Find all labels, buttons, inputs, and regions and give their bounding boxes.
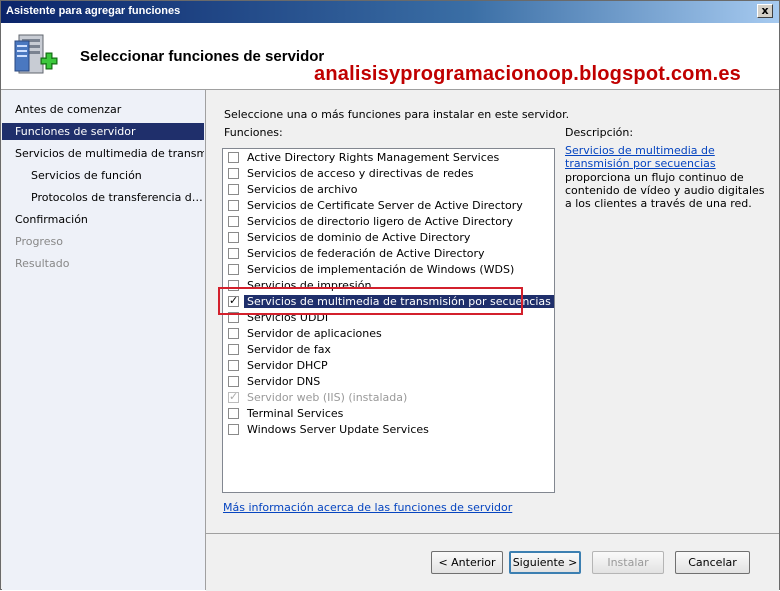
- role-checkbox[interactable]: [228, 168, 239, 179]
- install-button[interactable]: Instalar: [592, 551, 664, 574]
- description-label: Descripción:: [565, 126, 634, 139]
- nav-step-label: Confirmación: [15, 213, 88, 226]
- add-roles-wizard-window: Asistente para agregar funciones x Selec…: [0, 0, 780, 591]
- role-list-item[interactable]: Servicios de archivo: [223, 182, 554, 198]
- wizard-step-nav: Antes de comenzar Funciones de servidor Se…: [2, 90, 206, 590]
- nav-step-label: Antes de comenzar: [15, 103, 122, 116]
- role-list-item[interactable]: Servicios de implementación de Windows (…: [223, 262, 554, 278]
- role-checkbox[interactable]: [228, 200, 239, 211]
- role-checkbox[interactable]: [228, 248, 239, 259]
- main-content: Seleccione una o más funciones para inst…: [206, 90, 779, 530]
- nav-step-label: Servicios de función: [31, 169, 142, 182]
- role-label: Servidor de aplicaciones: [247, 327, 382, 340]
- roles-listbox[interactable]: Active Directory Rights Management Servi…: [222, 148, 555, 493]
- role-checkbox[interactable]: [228, 344, 239, 355]
- role-checkbox[interactable]: [228, 232, 239, 243]
- nav-step-item: Resultado: [2, 255, 204, 272]
- role-label: Servidor web (IIS) (instalada): [247, 391, 408, 404]
- role-label: Terminal Services: [247, 407, 344, 420]
- nav-step-item: Progreso: [2, 233, 204, 250]
- role-checkbox[interactable]: [228, 424, 239, 435]
- blog-watermark: analisisyprogramacionoop.blogspot.com.es: [314, 63, 741, 85]
- wizard-footer: < Anterior Siguiente > Instalar Cancelar: [206, 533, 779, 591]
- nav-step-item[interactable]: Confirmación: [2, 211, 204, 228]
- instruction-text: Seleccione una o más funciones para inst…: [224, 108, 570, 121]
- role-checkbox[interactable]: [228, 216, 239, 227]
- role-checkbox[interactable]: [228, 152, 239, 163]
- checkmark-icon: ✓: [229, 390, 239, 403]
- title-bar[interactable]: Asistente para agregar funciones x: [1, 1, 779, 23]
- role-list-item: ✓ Servidor web (IIS) (instalada): [223, 390, 554, 406]
- annotation-highlight-box: [218, 287, 523, 315]
- nav-step-label: Protocolos de transferencia d…: [31, 191, 203, 204]
- role-list-item[interactable]: Terminal Services: [223, 406, 554, 422]
- role-list-item[interactable]: Servidor DNS: [223, 374, 554, 390]
- role-list-item[interactable]: Servicios de acceso y directivas de rede…: [223, 166, 554, 182]
- more-info-link[interactable]: Más información acerca de las funciones …: [223, 501, 512, 514]
- back-button[interactable]: < Anterior: [431, 551, 503, 574]
- close-icon: x: [761, 4, 769, 17]
- cancel-button[interactable]: Cancelar: [675, 551, 750, 574]
- role-label: Servidor DNS: [247, 375, 321, 388]
- nav-step-item[interactable]: Funciones de servidor: [2, 123, 204, 140]
- role-checkbox[interactable]: [228, 360, 239, 371]
- role-checkbox[interactable]: [228, 264, 239, 275]
- role-label: Servicios de archivo: [247, 183, 358, 196]
- role-label: Servicios de acceso y directivas de rede…: [247, 167, 474, 180]
- page-title: Seleccionar funciones de servidor: [80, 48, 325, 65]
- server-roles-add-icon: [14, 34, 58, 74]
- role-list-item[interactable]: Windows Server Update Services: [223, 422, 554, 438]
- role-label: Windows Server Update Services: [247, 423, 429, 436]
- role-list-item[interactable]: Servicios de dominio de Active Directory: [223, 230, 554, 246]
- role-checkbox[interactable]: [228, 328, 239, 339]
- nav-step-item[interactable]: Antes de comenzar: [2, 101, 204, 118]
- nav-step-label: Funciones de servidor: [15, 125, 136, 138]
- role-list-item[interactable]: Active Directory Rights Management Servi…: [223, 150, 554, 166]
- description-link[interactable]: Servicios de multimedia de transmisión p…: [565, 144, 765, 170]
- role-label: Servicios de implementación de Windows (…: [247, 263, 515, 276]
- next-button[interactable]: Siguiente >: [509, 551, 581, 574]
- close-button[interactable]: x: [757, 4, 773, 18]
- role-label: Servicios de Certificate Server de Activ…: [247, 199, 523, 212]
- role-list-item[interactable]: Servicios de directorio ligero de Active…: [223, 214, 554, 230]
- role-label: Servicios de dominio de Active Directory: [247, 231, 471, 244]
- role-list-item[interactable]: Servicios de federación de Active Direct…: [223, 246, 554, 262]
- nav-step-label: Progreso: [15, 235, 63, 248]
- nav-step-item[interactable]: Servicios de función: [2, 167, 204, 184]
- role-checkbox[interactable]: [228, 184, 239, 195]
- nav-step-label: Resultado: [15, 257, 70, 270]
- role-label: Active Directory Rights Management Servi…: [247, 151, 500, 164]
- role-label: Servicios de federación de Active Direct…: [247, 247, 485, 260]
- role-checkbox[interactable]: [228, 376, 239, 387]
- role-checkbox: ✓: [228, 390, 239, 403]
- role-list-item[interactable]: Servidor DHCP: [223, 358, 554, 374]
- role-list-item[interactable]: Servidor de fax: [223, 342, 554, 358]
- role-list-item[interactable]: Servicios de Certificate Server de Activ…: [223, 198, 554, 214]
- nav-step-label: Servicios de multimedia de transm…: [15, 147, 204, 160]
- role-label: Servidor DHCP: [247, 359, 328, 372]
- nav-step-item[interactable]: Protocolos de transferencia d…: [2, 189, 204, 206]
- role-list-item[interactable]: Servidor de aplicaciones: [223, 326, 554, 342]
- nav-step-item[interactable]: Servicios de multimedia de transm…: [2, 145, 204, 162]
- role-label: Servidor de fax: [247, 343, 331, 356]
- window-title: Asistente para agregar funciones: [6, 5, 181, 17]
- role-label: Servicios de directorio ligero de Active…: [247, 215, 513, 228]
- description-text: proporciona un flujo continuo de conteni…: [565, 171, 765, 210]
- role-checkbox[interactable]: [228, 408, 239, 419]
- functions-label: Funciones:: [224, 126, 283, 139]
